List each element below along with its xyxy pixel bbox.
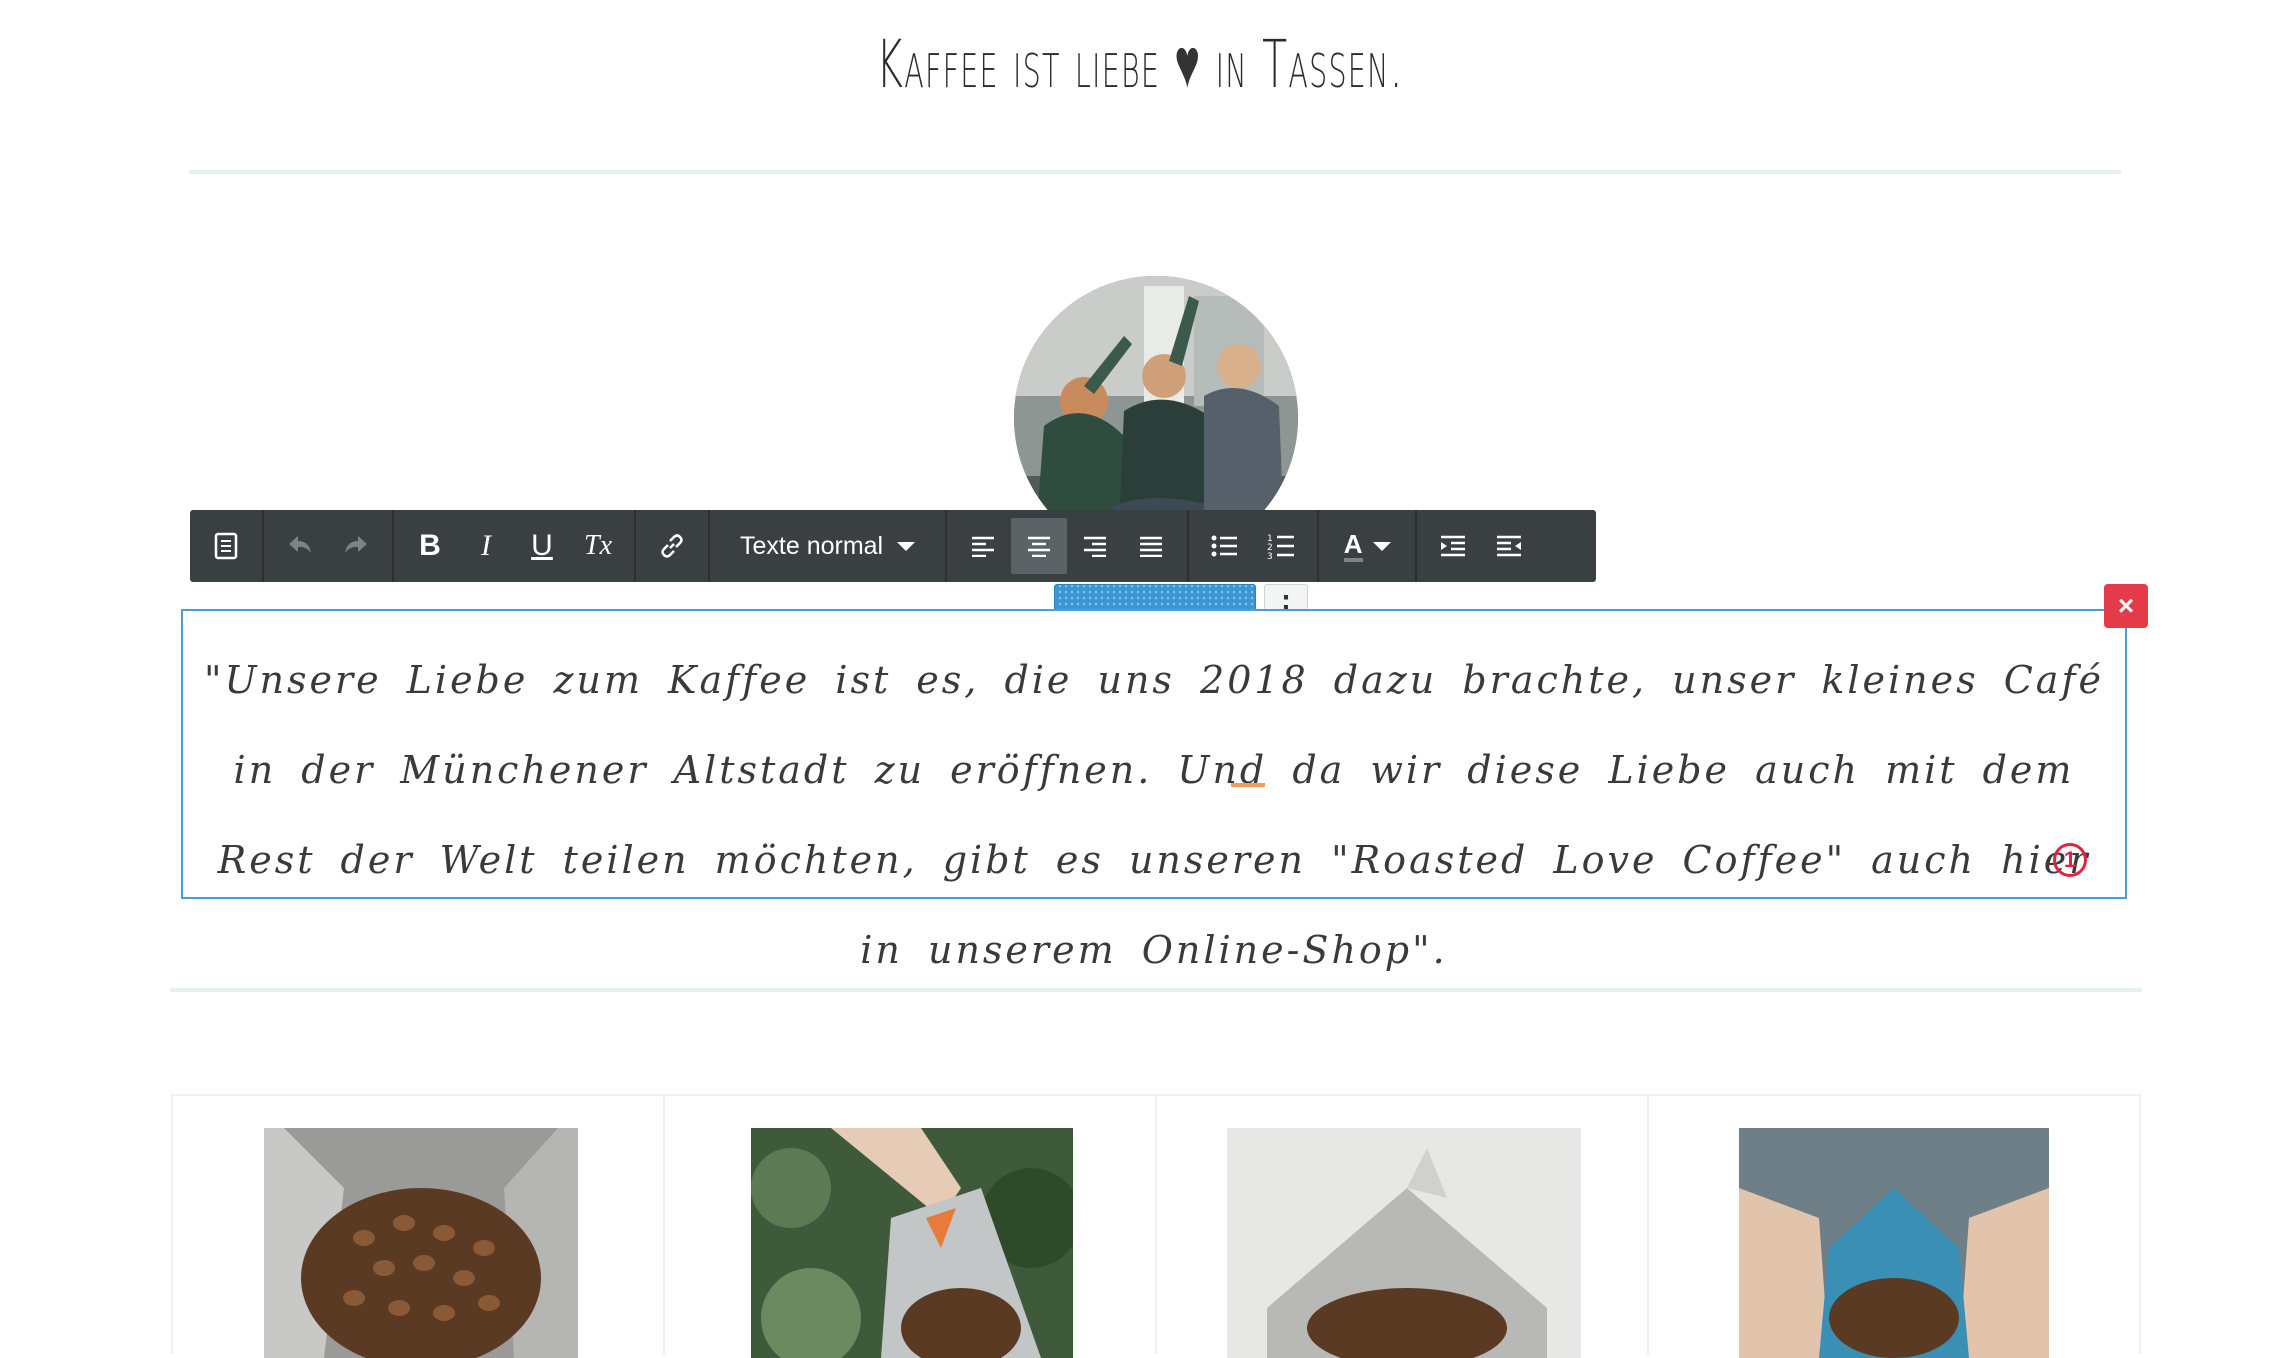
- toolbar-group-history: [264, 510, 394, 582]
- align-left-button[interactable]: [955, 518, 1011, 574]
- outdent-button[interactable]: [1481, 518, 1537, 574]
- text-color-button[interactable]: A: [1327, 518, 1407, 574]
- divider-top: [189, 170, 2121, 174]
- undo-button[interactable]: [272, 518, 328, 574]
- product-grid: [171, 1094, 2141, 1358]
- outdent-icon: [1497, 535, 1522, 557]
- toolbar-group-color: A: [1319, 510, 1418, 582]
- justify-button[interactable]: [1123, 518, 1179, 574]
- align-right-button[interactable]: [1067, 518, 1123, 574]
- clear-format-button[interactable]: Tx: [570, 518, 626, 574]
- paragraph-style-label: Texte normal: [740, 531, 884, 560]
- toolbar-group-lists: 123: [1189, 510, 1320, 582]
- product-card[interactable]: [1649, 1096, 2139, 1358]
- product-image-coffee-bag-hand-pour[interactable]: [751, 1128, 1073, 1358]
- quote-text[interactable]: "Unsere Liebe zum Kaffee ist es, die uns…: [203, 635, 2105, 995]
- close-button[interactable]: ×: [2104, 584, 2148, 628]
- product-image-coffee-bag-silver[interactable]: [264, 1128, 578, 1358]
- numbered-list-button[interactable]: 123: [1253, 518, 1309, 574]
- product-image-coffee-bag-white-background[interactable]: [1227, 1128, 1581, 1358]
- page-title-part-2: in Tassen.: [1215, 26, 1404, 103]
- chevron-down-icon: [1372, 541, 1391, 551]
- toolbar-group-link: [636, 510, 710, 582]
- product-image-coffee-bag-blue-hands[interactable]: [1739, 1128, 2049, 1358]
- product-card[interactable]: [1157, 1096, 1649, 1358]
- issue-count-badge[interactable]: 1: [2053, 843, 2087, 877]
- source-button[interactable]: [198, 518, 254, 574]
- text-color-label: A: [1343, 530, 1363, 562]
- italic-button[interactable]: I: [458, 518, 514, 574]
- toolbar-group-indent: [1417, 510, 1545, 582]
- svg-text:3: 3: [1267, 552, 1273, 559]
- link-button[interactable]: [644, 518, 700, 574]
- indent-button[interactable]: [1425, 518, 1481, 574]
- redo-button[interactable]: [328, 518, 384, 574]
- indent-icon: [1441, 535, 1466, 557]
- underline-button[interactable]: U: [514, 518, 570, 574]
- undo-icon: [289, 536, 311, 553]
- align-center-icon: [1028, 536, 1051, 557]
- product-card[interactable]: [665, 1096, 1157, 1358]
- link-icon: [661, 534, 683, 558]
- chevron-down-icon: [897, 541, 916, 551]
- bold-button[interactable]: B: [402, 518, 458, 574]
- align-center-button[interactable]: [1011, 518, 1068, 574]
- bullet-list-button[interactable]: [1197, 518, 1253, 574]
- toolbar-group-align: [947, 510, 1190, 582]
- toolbar-group-source: [190, 510, 264, 582]
- numbered-list-icon: 123: [1267, 534, 1295, 559]
- align-left-icon: [972, 536, 995, 557]
- toolbar-group-format: B I U Tx: [394, 510, 636, 582]
- toolbar-group-style: Texte normal: [710, 510, 948, 582]
- spellcheck-underline: [1231, 783, 1265, 787]
- align-justify-icon: [1140, 536, 1163, 557]
- redo-icon: [345, 536, 367, 553]
- page-title-part-1: Kaffee ist liebe: [876, 26, 1161, 103]
- document-icon: [214, 532, 238, 560]
- bullet-list-icon: [1211, 535, 1238, 557]
- text-editor-toolbar: B I U Tx Texte normal 123 A: [190, 510, 1596, 582]
- page-title: Kaffee ist liebe ♥ in Tassen.: [433, 22, 1847, 104]
- paragraph-style-select[interactable]: Texte normal: [718, 510, 937, 582]
- quote-text-block[interactable]: "Unsere Liebe zum Kaffee ist es, die uns…: [181, 609, 2127, 972]
- product-card[interactable]: [173, 1096, 665, 1358]
- align-right-icon: [1084, 536, 1107, 557]
- divider-bottom: [170, 988, 2142, 992]
- heart-icon: ♥: [1174, 22, 1202, 104]
